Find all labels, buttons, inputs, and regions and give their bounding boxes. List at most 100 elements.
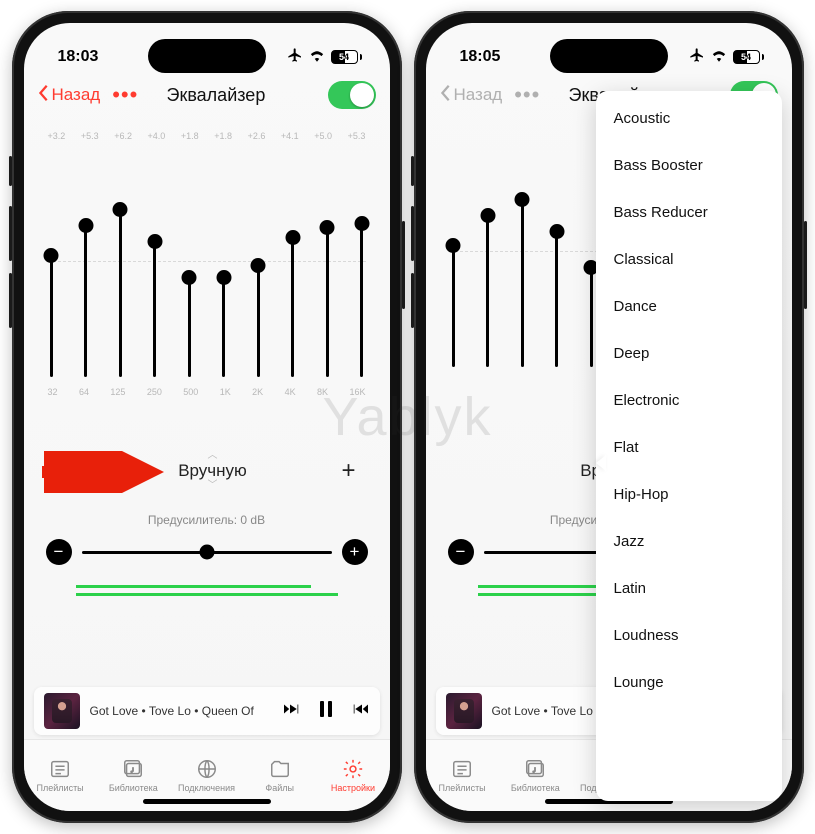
prev-button[interactable] [282,700,304,723]
eq-gain-label: +2.6 [248,131,266,141]
dropdown-item[interactable]: Classical [596,236,782,283]
eq-knob[interactable] [446,238,461,253]
tab-gear[interactable]: Настройки [316,740,389,811]
dropdown-item[interactable]: Bass Booster [596,142,782,189]
next-button[interactable] [348,700,370,723]
eq-band-slider[interactable] [486,215,489,367]
preamp-knob[interactable] [199,545,214,560]
eq-band-slider[interactable] [188,277,191,377]
annotation-arrow [38,451,168,493]
lib-icon [121,758,145,780]
eq-freq-label: 32 [48,387,58,397]
eq-band-slider[interactable] [521,199,524,367]
back-button[interactable]: Назад [38,84,101,107]
tab-label: Файлы [265,783,294,793]
dropdown-item[interactable]: Deep [596,330,782,377]
eq-knob[interactable] [44,248,59,263]
dropdown-item[interactable]: Electronic [596,377,782,424]
mini-player[interactable]: Got Love • Tove Lo • Queen Of [34,687,380,735]
page-title: Эквалайзер [110,85,321,106]
pause-button[interactable] [318,700,334,723]
eq-band-slider[interactable] [50,255,53,377]
tab-list[interactable]: Плейлисты [426,740,499,811]
eq-band-slider[interactable] [153,241,156,377]
dropdown-item[interactable]: Latin [596,565,782,612]
eq-knob[interactable] [147,234,162,249]
nav-header: Назад ••• Эквалайзер [24,75,390,119]
eq-knob[interactable] [480,208,495,223]
eq-knob[interactable] [515,192,530,207]
eq-knob[interactable] [216,270,231,285]
dropdown-item[interactable]: Jazz [596,518,782,565]
eq-band-slider[interactable] [452,245,455,367]
tab-label: Плейлисты [37,783,84,793]
eq-knob[interactable] [549,224,564,239]
dropdown-item[interactable]: Loudness [596,612,782,659]
eq-gain-label: +5.3 [81,131,99,141]
back-button[interactable]: Назад [440,84,503,107]
eq-band-slider[interactable] [360,223,363,377]
tab-label: Настройки [331,783,375,793]
home-indicator[interactable] [143,799,271,804]
eq-knob[interactable] [354,216,369,231]
eq-gain-label: +4.0 [148,131,166,141]
eq-knob[interactable] [320,220,335,235]
chevron-left-icon [38,84,50,107]
eq-toggle[interactable] [328,81,376,109]
chevron-left-icon [440,84,452,107]
back-label: Назад [454,85,503,105]
preamp-plus-button[interactable]: + [342,539,368,565]
eq-freq-label: 125 [110,387,125,397]
tab-list[interactable]: Плейлисты [24,740,97,811]
dynamic-island [148,39,266,73]
dropdown-item[interactable]: Flat [596,424,782,471]
eq-band-slider[interactable] [590,267,593,367]
preamp-slider[interactable] [82,551,332,554]
eq-knob[interactable] [182,270,197,285]
lib-icon [523,758,547,780]
dropdown-item[interactable]: Dance [596,283,782,330]
eq-band-slider[interactable] [119,209,122,377]
preamp-label: Предусилитель: 0 dB [40,513,374,527]
preamp-minus-button[interactable]: − [448,539,474,565]
eq-freq-label: 8K [317,387,328,397]
eq-band-slider[interactable] [555,231,558,367]
eq-gain-label: +3.2 [48,131,66,141]
eq-band-slider[interactable] [326,227,329,377]
eq-knob[interactable] [251,258,266,273]
eq-gain-label: +1.8 [181,131,199,141]
now-playing-text: Got Love • Tove Lo • Queen Of [90,704,272,718]
back-label: Назад [52,85,101,105]
eq-freq-label: 64 [79,387,89,397]
dropdown-item[interactable]: Hip-Hop [596,471,782,518]
dropdown-item[interactable]: Acoustic [596,95,782,142]
battery-indicator: 54 [331,50,362,64]
dropdown-item[interactable]: Lounge [596,659,782,706]
eq-gain-label: +6.2 [114,131,132,141]
dropdown-item[interactable]: Bass Reducer [596,189,782,236]
wifi-icon [308,48,326,67]
eq-band-slider[interactable] [257,265,260,377]
files-icon [268,758,292,780]
album-art [446,693,482,729]
eq-band-slider[interactable] [222,277,225,377]
eq-freq-label: 16K [349,387,365,397]
eq-knob[interactable] [78,218,93,233]
preset-dropdown: AcousticBass BoosterBass ReducerClassica… [596,91,782,801]
gear-icon [341,758,365,780]
list-icon [48,758,72,780]
eq-freq-label: 2K [252,387,263,397]
preamp-minus-button[interactable]: − [46,539,72,565]
eq-gain-label: +4.1 [281,131,299,141]
airplane-icon [689,47,705,68]
eq-band-slider[interactable] [291,237,294,377]
eq-knob[interactable] [113,202,128,217]
eq-gain-label: +5.3 [348,131,366,141]
eq-knob[interactable] [285,230,300,245]
add-preset-button[interactable]: + [341,457,355,485]
tab-label: Библиотека [511,783,560,793]
wifi-icon [710,48,728,67]
eq-freq-label: 250 [147,387,162,397]
eq-gain-label: +5.0 [314,131,332,141]
eq-band-slider[interactable] [84,225,87,377]
